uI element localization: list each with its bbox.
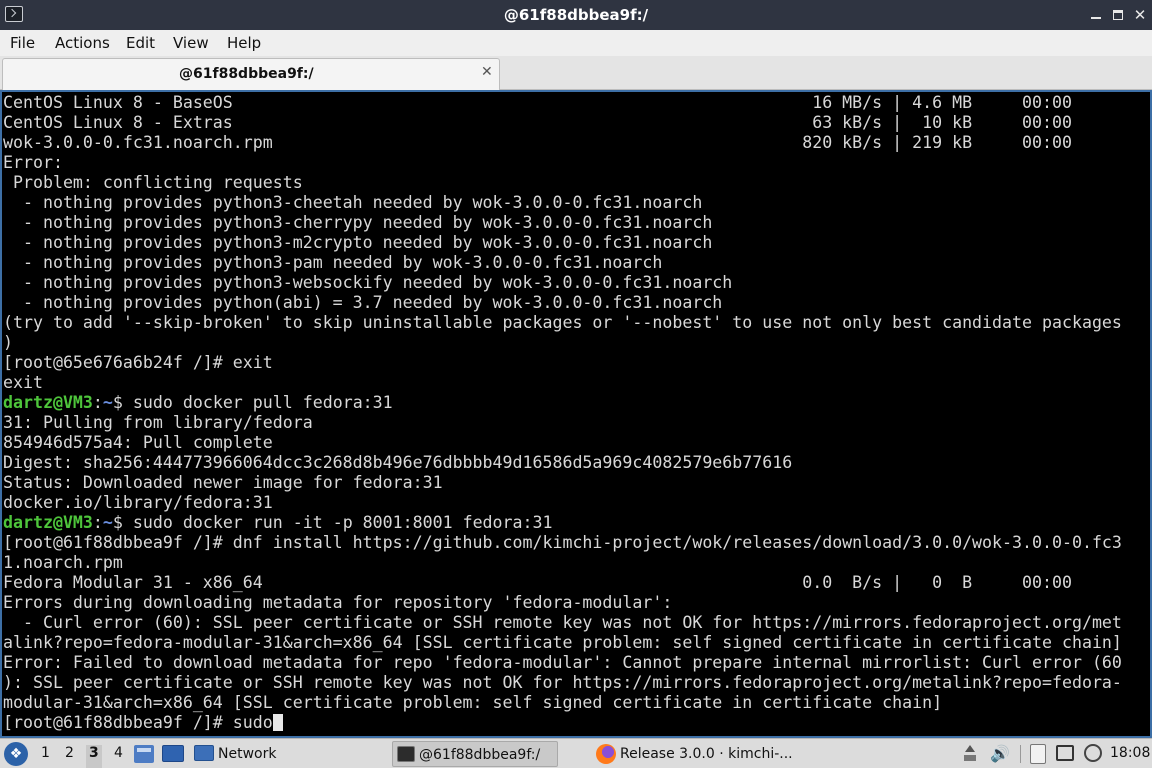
tray-separator — [1020, 745, 1021, 763]
task-firefox[interactable]: Release 3.0.0 · kimchi-... — [592, 741, 793, 767]
minimize-icon — [1091, 17, 1101, 19]
start-menu-icon[interactable]: ❖ — [4, 742, 28, 766]
taskbar: ❖ 1 2 3 4 Network @61f88dbbea9f:/ Releas… — [0, 738, 1152, 768]
workspace-1[interactable]: 1 — [41, 745, 50, 768]
terminal-line: - nothing provides python3-cheetah neede… — [3, 193, 703, 212]
terminal-line: - nothing provides python3-pam needed by… — [3, 253, 663, 272]
tab-close-icon[interactable]: ✕ — [481, 64, 493, 80]
command-text: $ sudo docker run -it -p 8001:8001 fedor… — [112, 513, 553, 532]
task-network[interactable]: Network — [192, 741, 362, 767]
terminal-output[interactable]: CentOS Linux 8 - BaseOS 16 MB/s | 4.6 MB… — [0, 90, 1152, 738]
firefox-icon — [596, 744, 616, 764]
terminal-line: Problem: conflicting requests — [3, 173, 303, 192]
menu-help[interactable]: Help — [227, 34, 261, 52]
prompt-user: dartz@VM3 — [3, 393, 93, 412]
terminal-icon — [397, 746, 415, 762]
task-label: Release 3.0.0 · kimchi-... — [620, 746, 793, 762]
terminal-line: modular-31&arch=x86_64 [SSL certificate … — [3, 693, 943, 712]
tab-bar: @61f88dbbea9f:/ ✕ — [0, 56, 1152, 90]
terminal-line: Status: Downloaded newer image for fedor… — [3, 473, 443, 492]
terminal-line: - nothing provides python3-cherrypy need… — [3, 213, 713, 232]
terminal-line: - nothing provides python3-websockify ne… — [3, 273, 733, 292]
menu-edit[interactable]: Edit — [126, 34, 155, 52]
workspace-4[interactable]: 4 — [114, 745, 123, 768]
power-icon[interactable] — [1084, 744, 1102, 762]
close-icon: ✕ — [1133, 6, 1147, 24]
task-label: @61f88dbbea9f:/ — [419, 747, 541, 763]
task-label: Network — [218, 746, 277, 762]
menu-view[interactable]: View — [173, 34, 209, 52]
clipboard-icon[interactable] — [1030, 744, 1046, 764]
terminal-tab[interactable]: @61f88dbbea9f:/ ✕ — [2, 58, 500, 90]
prompt-path: ~ — [102, 513, 113, 532]
last-prompt: [root@61f88dbbea9f /]# — [3, 713, 233, 732]
terminal-line: [root@61f88dbbea9f /]# dnf install https… — [3, 533, 1122, 552]
terminal-line: ): SSL peer certificate or SSH remote ke… — [3, 673, 1122, 692]
menu-actions[interactable]: Actions — [55, 34, 110, 52]
file-manager-icon[interactable] — [134, 745, 154, 763]
network-icon[interactable] — [1056, 745, 1074, 761]
terminal-line: CentOS Linux 8 - BaseOS 16 MB/s | 4.6 MB… — [3, 93, 1072, 112]
terminal-line: Fedora Modular 31 - x86_64 0.0 B/s | 0 B… — [3, 573, 1072, 592]
command-text: $ sudo docker pull fedora:31 — [112, 393, 393, 412]
window-title: @61f88dbbea9f:/ — [503, 6, 649, 24]
show-desktop-icon[interactable] — [162, 745, 184, 762]
volume-icon[interactable]: 🔊 — [990, 744, 1010, 768]
terminal-line: 1.noarch.rpm — [3, 553, 123, 572]
terminal-line: docker.io/library/fedora:31 — [3, 493, 273, 512]
tray-expand-icon[interactable] — [962, 745, 978, 763]
minimize-button[interactable] — [1086, 5, 1106, 25]
close-window-button[interactable]: ✕ — [1130, 5, 1150, 25]
prompt-user: dartz@VM3 — [3, 513, 93, 532]
terminal-line: wok-3.0.0-0.fc31.noarch.rpm 820 kB/s | 2… — [3, 133, 1072, 152]
terminal-line: Digest: sha256:444773966064dcc3c268d8b49… — [3, 453, 793, 472]
task-terminal[interactable]: @61f88dbbea9f:/ — [392, 741, 558, 767]
terminal-line: alink?repo=fedora-modular-31&arch=x86_64… — [3, 633, 1122, 652]
folder-icon — [194, 745, 214, 761]
terminal-line: Errors during downloading metadata for r… — [3, 593, 673, 612]
terminal-line: CentOS Linux 8 - Extras 63 kB/s | 10 kB … — [3, 113, 1072, 132]
terminal-line: ) — [3, 333, 13, 352]
maximize-icon — [1113, 10, 1123, 20]
menu-file[interactable]: File — [10, 34, 35, 52]
terminal-line: [root@65e676a6b24f /]# exit — [3, 353, 273, 372]
maximize-button[interactable] — [1108, 5, 1128, 25]
menu-bar: File Actions Edit View Help — [0, 30, 1152, 56]
terminal-line: - nothing provides python(abi) = 3.7 nee… — [3, 293, 723, 312]
terminal-line: exit — [3, 373, 43, 392]
workspace-2[interactable]: 2 — [65, 745, 74, 768]
tab-title: @61f88dbbea9f:/ — [179, 66, 314, 82]
current-input[interactable]: sudo — [233, 713, 273, 732]
clock[interactable]: 18:08 — [1110, 745, 1150, 768]
terminal-line: - Curl error (60): SSL peer certificate … — [3, 613, 1122, 632]
text-cursor — [272, 714, 283, 731]
terminal-line: Error: — [3, 153, 73, 172]
terminal-line: 31: Pulling from library/fedora — [3, 413, 313, 432]
prompt-path: ~ — [102, 393, 113, 412]
terminal-line: (try to add '--skip-broken' to skip unin… — [3, 313, 1122, 332]
terminal-line: - nothing provides python3-m2crypto need… — [3, 233, 713, 252]
workspace-3[interactable]: 3 — [86, 745, 102, 768]
window-titlebar[interactable]: @61f88dbbea9f:/ ✕ — [0, 0, 1152, 30]
terminal-line: Error: Failed to download metadata for r… — [3, 653, 1122, 672]
terminal-line: 854946d575a4: Pull complete — [3, 433, 273, 452]
